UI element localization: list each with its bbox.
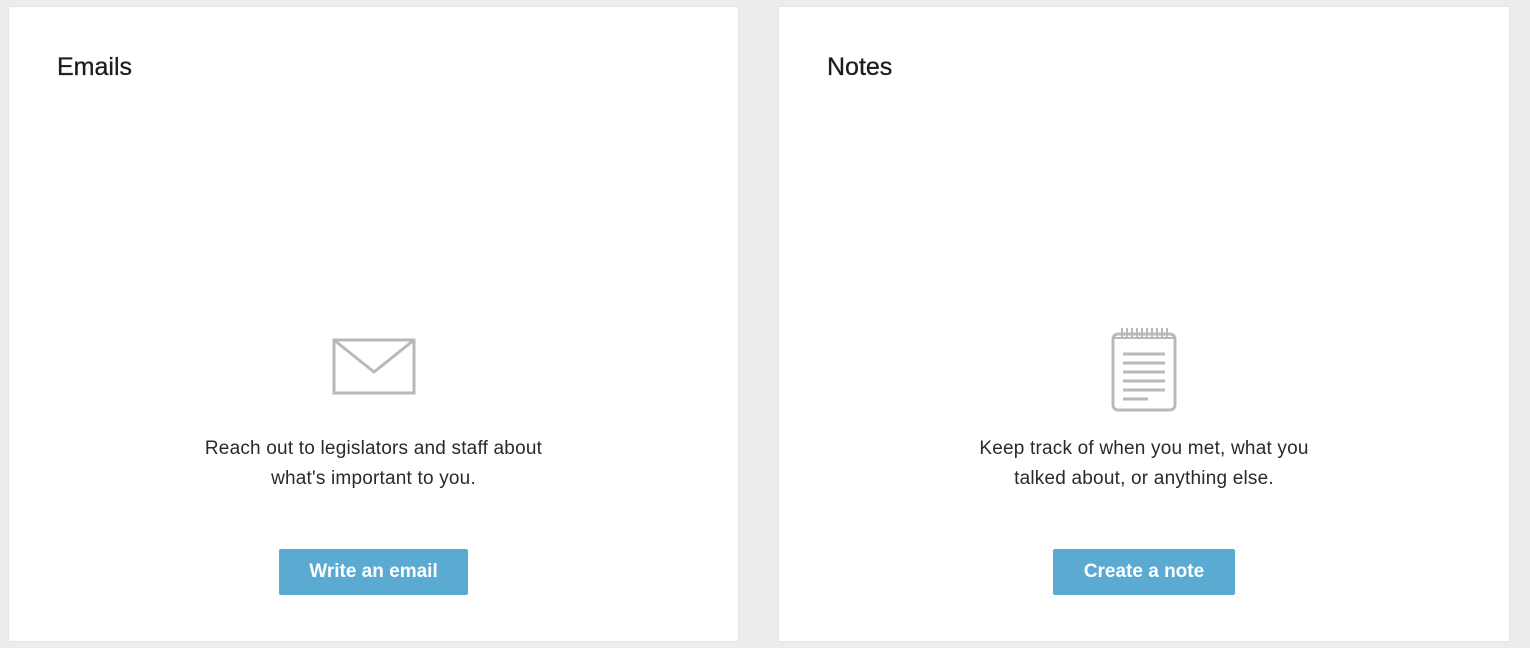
envelope-illustration — [9, 338, 738, 396]
emails-description: Reach out to legislators and staff about… — [9, 434, 738, 494]
notes-description: Keep track of when you met, what you tal… — [779, 434, 1509, 494]
notes-description-line1: Keep track of when you met, what you — [979, 438, 1309, 459]
notepad-icon — [1111, 328, 1177, 412]
create-note-button[interactable]: Create a note — [1053, 549, 1235, 595]
notes-title: Notes — [827, 53, 893, 81]
write-email-button[interactable]: Write an email — [279, 549, 468, 595]
notepad-illustration — [779, 324, 1509, 412]
notes-card: Notes Keep track of when you met, what y… — [779, 7, 1509, 641]
emails-description-line1: Reach out to legislators and staff about — [204, 438, 543, 459]
emails-card: Emails Reach out to legislators and staf… — [9, 7, 738, 641]
emails-title: Emails — [57, 53, 133, 81]
envelope-icon — [332, 338, 415, 395]
emails-description-line2: what's important to you. — [271, 468, 476, 489]
notes-description-line2: talked about, or anything else. — [1014, 468, 1274, 489]
